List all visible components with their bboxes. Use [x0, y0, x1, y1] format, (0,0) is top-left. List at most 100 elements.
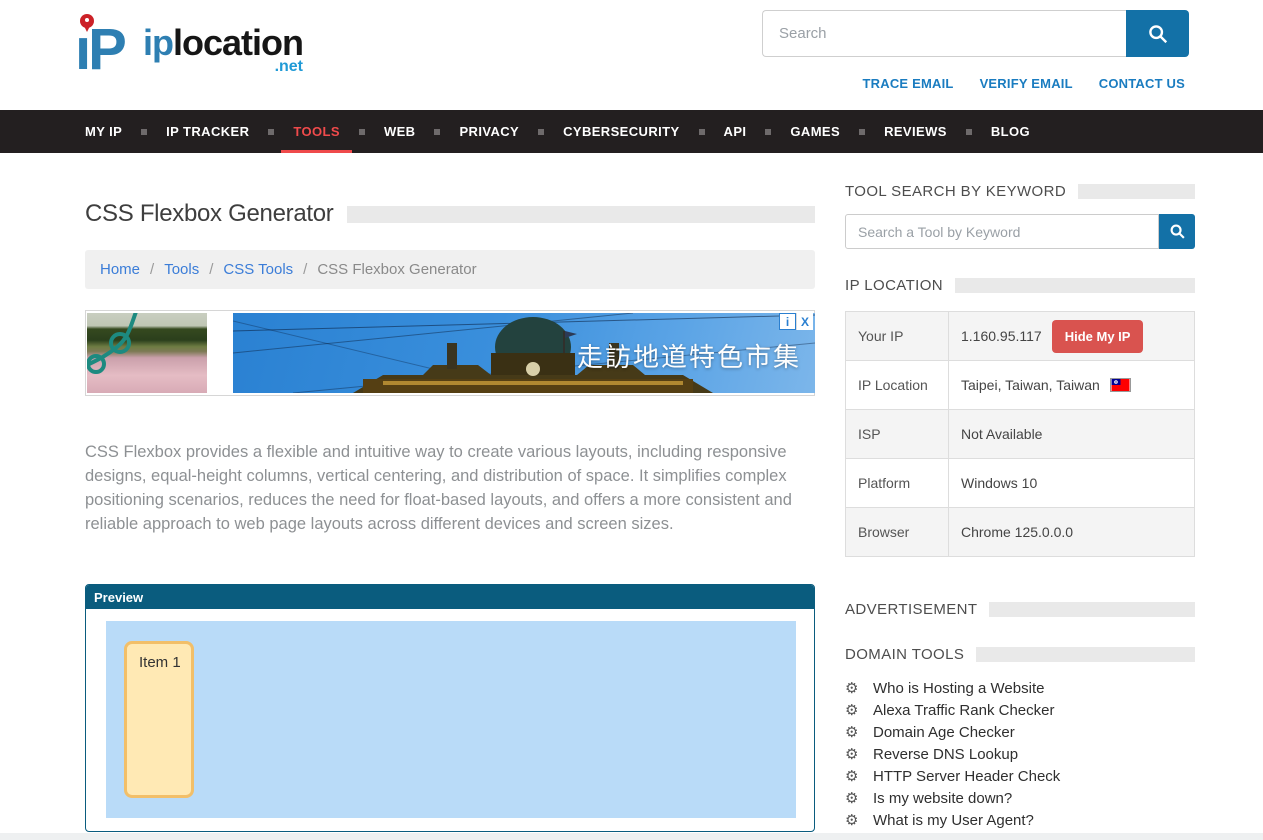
list-item-reverse-dns[interactable]: ⚙ Reverse DNS Lookup: [845, 743, 1195, 765]
ad-route-squiggle: [87, 313, 207, 393]
logo-word-main: iplocation: [143, 24, 303, 62]
tool-link-label: Reverse DNS Lookup: [873, 746, 1018, 763]
nav-separator: [141, 129, 147, 135]
row-label: IP Location: [846, 361, 949, 410]
trace-email-link[interactable]: TRACE EMAIL: [863, 76, 954, 91]
logo-word-location: location: [173, 22, 303, 63]
contact-us-link[interactable]: CONTACT US: [1099, 76, 1185, 91]
header-search: [762, 10, 1189, 57]
gear-icon: ⚙: [845, 745, 873, 763]
row-value: Windows 10: [949, 459, 1195, 508]
advertisement-heading: ADVERTISEMENT: [845, 601, 1195, 618]
nav-separator: [966, 129, 972, 135]
ad-overlay-text: 走訪地道特色市集: [577, 337, 801, 374]
nav-item-games[interactable]: GAMES: [790, 110, 840, 153]
tool-search-button[interactable]: [1159, 214, 1195, 249]
heading-decorative-bar: [955, 278, 1195, 293]
row-label: Browser: [846, 508, 949, 557]
title-row: CSS Flexbox Generator: [85, 200, 815, 228]
ip-location-value: Taipei, Taiwan, Taiwan: [961, 377, 1100, 393]
ad-close-icon[interactable]: X: [796, 313, 813, 330]
gear-icon: ⚙: [845, 701, 873, 719]
breadcrumb-tools[interactable]: Tools: [164, 261, 199, 278]
table-row: Browser Chrome 125.0.0.0: [846, 508, 1195, 557]
header-search-input[interactable]: [762, 10, 1126, 57]
breadcrumb: Home / Tools / CSS Tools / CSS Flexbox G…: [85, 250, 815, 289]
tool-link-label: HTTP Server Header Check: [873, 768, 1060, 785]
tool-link-label: What is my User Agent?: [873, 812, 1034, 829]
row-label: Platform: [846, 459, 949, 508]
nav-separator: [359, 129, 365, 135]
search-icon: [1147, 23, 1169, 45]
page: ıP iplocation .net TRACE EMAIL VERIFY EM…: [0, 0, 1263, 840]
advertisement-heading-text: ADVERTISEMENT: [845, 601, 977, 618]
ip-location-heading: IP LOCATION: [845, 277, 1195, 294]
header-search-button[interactable]: [1126, 10, 1189, 57]
list-item-alexa-rank[interactable]: ⚙ Alexa Traffic Rank Checker: [845, 699, 1195, 721]
site-logo[interactable]: ıP iplocation .net: [75, 6, 315, 98]
gear-icon: ⚙: [845, 723, 873, 741]
nav-item-ip-tracker[interactable]: IP TRACKER: [166, 110, 249, 153]
ad-photo-building: 走訪地道特色市集: [233, 313, 815, 393]
verify-email-link[interactable]: VERIFY EMAIL: [980, 76, 1073, 91]
ip-location-heading-text: IP LOCATION: [845, 277, 943, 294]
nav-separator: [699, 129, 705, 135]
tool-link-label: Who is Hosting a Website: [873, 680, 1044, 697]
tool-search-heading: TOOL SEARCH BY KEYWORD: [845, 183, 1195, 200]
domain-tools-list: ⚙ Who is Hosting a Website ⚙ Alexa Traff…: [845, 677, 1195, 831]
logo-mark: ıP: [75, 18, 124, 82]
gear-icon: ⚙: [845, 789, 873, 807]
row-value: Chrome 125.0.0.0: [949, 508, 1195, 557]
gear-icon: ⚙: [845, 811, 873, 829]
ad-controls: i X: [779, 313, 813, 330]
row-value: 1.160.95.117 Hide My IP: [949, 312, 1195, 361]
list-item-domain-age[interactable]: ⚙ Domain Age Checker: [845, 721, 1195, 743]
ad-info-icon[interactable]: i: [779, 313, 796, 330]
gear-icon: ⚙: [845, 767, 873, 785]
domain-tools-heading-text: DOMAIN TOOLS: [845, 646, 964, 663]
nav-item-web[interactable]: WEB: [384, 110, 416, 153]
ip-address-value: 1.160.95.117: [961, 328, 1042, 344]
nav-item-api[interactable]: API: [724, 110, 747, 153]
heading-decorative-bar: [989, 602, 1195, 617]
ad-banner[interactable]: 走訪地道特色市集 i X: [85, 310, 815, 396]
nav-separator: [538, 129, 544, 135]
nav-item-reviews[interactable]: REVIEWS: [884, 110, 947, 153]
page-title: CSS Flexbox Generator: [85, 200, 333, 228]
list-item-http-header[interactable]: ⚙ HTTP Server Header Check: [845, 765, 1195, 787]
nav-item-blog[interactable]: BLOG: [991, 110, 1030, 153]
nav-item-privacy[interactable]: PRIVACY: [459, 110, 519, 153]
list-item-website-down[interactable]: ⚙ Is my website down?: [845, 787, 1195, 809]
breadcrumb-separator: /: [150, 261, 154, 278]
breadcrumb-home[interactable]: Home: [100, 261, 140, 278]
breadcrumb-separator: /: [209, 261, 213, 278]
main-nav: MY IP IP TRACKER TOOLS WEB PRIVACY CYBER…: [0, 110, 1263, 153]
logo-word-ip: ip: [143, 22, 173, 63]
list-item-who-is-hosting[interactable]: ⚙ Who is Hosting a Website: [845, 677, 1195, 699]
nav-separator: [268, 129, 274, 135]
tool-link-label: Alexa Traffic Rank Checker: [873, 702, 1054, 719]
breadcrumb-separator: /: [303, 261, 307, 278]
nav-item-cybersecurity[interactable]: CYBERSECURITY: [563, 110, 679, 153]
preview-panel: Preview Item 1: [85, 584, 815, 832]
tool-search-input[interactable]: [845, 214, 1159, 249]
hide-my-ip-button[interactable]: Hide My IP: [1052, 320, 1144, 353]
domain-tools-heading: DOMAIN TOOLS: [845, 646, 1195, 663]
row-value: Taipei, Taiwan, Taiwan: [949, 361, 1195, 410]
tool-link-label: Domain Age Checker: [873, 724, 1015, 741]
heading-decorative-bar: [976, 647, 1195, 662]
table-row: ISP Not Available: [846, 410, 1195, 459]
logo-wordmark: iplocation .net: [143, 24, 303, 76]
tool-link-label: Is my website down?: [873, 790, 1012, 807]
search-icon: [1169, 223, 1186, 240]
list-item-user-agent[interactable]: ⚙ What is my User Agent?: [845, 809, 1195, 831]
table-row: Your IP 1.160.95.117 Hide My IP: [846, 312, 1195, 361]
tool-search: [845, 214, 1195, 249]
flex-preview-item[interactable]: Item 1: [124, 641, 194, 798]
flex-preview-container: Item 1: [106, 621, 796, 818]
nav-item-my-ip[interactable]: MY IP: [85, 110, 122, 153]
breadcrumb-css-tools[interactable]: CSS Tools: [223, 261, 293, 278]
nav-item-tools[interactable]: TOOLS: [293, 110, 340, 153]
nav-separator: [434, 129, 440, 135]
table-row: IP Location Taipei, Taiwan, Taiwan: [846, 361, 1195, 410]
